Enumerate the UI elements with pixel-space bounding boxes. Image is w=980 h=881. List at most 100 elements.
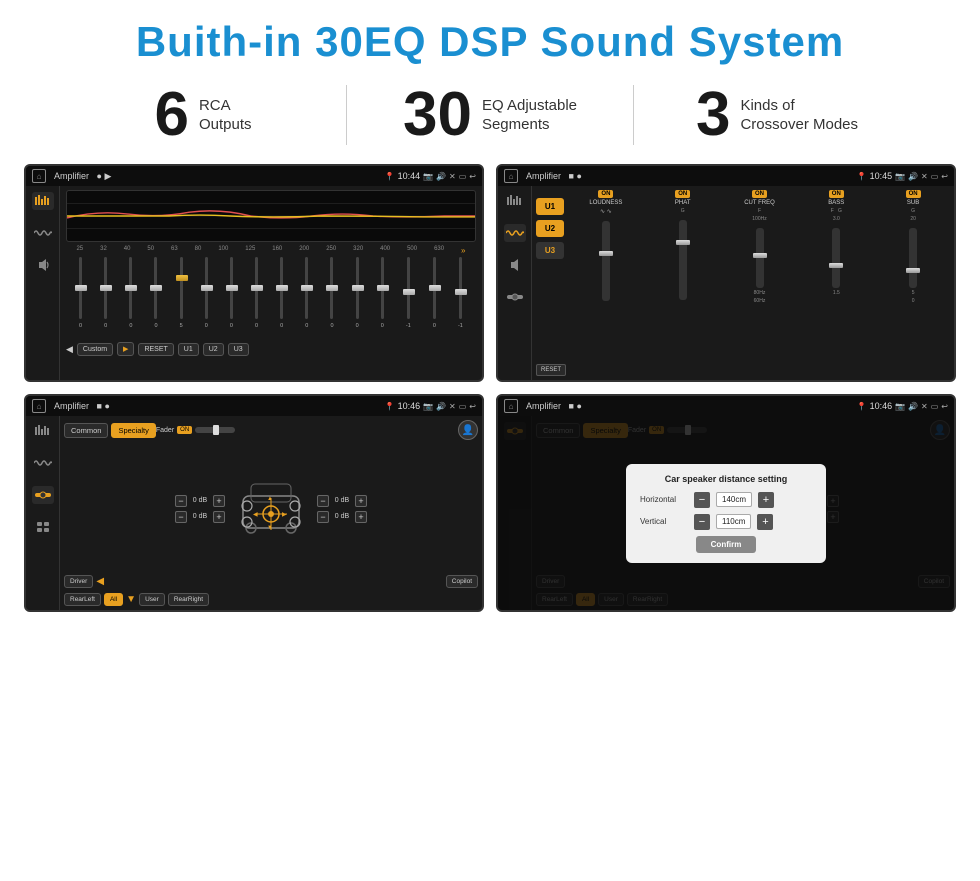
db2-minus[interactable]: − [175,511,187,523]
slider-200[interactable]: 0 [305,257,308,337]
sp-bottom-row: Driver ◀ Copilot [64,575,478,588]
vertical-row: Vertical − 110cm + [640,514,812,530]
prev-arrow[interactable]: ◀ [66,344,73,355]
slider-32[interactable]: 0 [104,257,107,337]
slider-500[interactable]: -1 [406,257,411,337]
slider-40[interactable]: 0 [129,257,132,337]
loudness-on[interactable]: ON [598,190,613,198]
sub-slider[interactable] [909,228,917,288]
dist-status-icons: 📍 10:46 📷 🔊 ✕ ▭ ↩ [857,401,948,411]
wave-icon[interactable] [32,224,54,242]
stat-rca: 6 RCAOutputs [60,84,346,146]
sp-wave-icon[interactable] [32,454,54,472]
avatar-icon[interactable]: 👤 [458,420,478,440]
svg-text:▲: ▲ [267,496,273,502]
channel-bass: ON BASS F G 3.0 1.5 [799,190,873,376]
db3-minus[interactable]: − [317,495,329,507]
sub-on[interactable]: ON [906,190,921,198]
slider-80[interactable]: 0 [205,257,208,337]
db3-plus[interactable]: + [355,495,367,507]
slider-100[interactable]: 0 [230,257,233,337]
rearright-btn[interactable]: RearRight [168,593,209,606]
speaker-tabs: Common Specialty [64,423,156,438]
custom-btn[interactable]: Custom [77,343,113,356]
sp-right-controls: − 0 dB + − 0 dB + [317,495,367,523]
eq-icon[interactable] [32,192,54,210]
xover-wave-icon[interactable] [504,224,526,242]
home-icon[interactable]: ⌂ [32,169,46,183]
bass-slider[interactable] [832,228,840,288]
reset-btn[interactable]: RESET [138,343,173,356]
nav-down-arrow[interactable]: ▼ [126,594,136,605]
tab-common[interactable]: Common [64,423,108,438]
loudness-slider[interactable] [602,221,610,301]
db2-plus[interactable]: + [213,511,225,523]
slider-320[interactable]: 0 [356,257,359,337]
driver-btn[interactable]: Driver [64,575,93,588]
minimize-icon: ▭ [459,172,467,181]
nav-left-arrow[interactable]: ◀ [96,576,104,587]
fader-on-badge[interactable]: ON [177,426,192,434]
volume-ctrl-icon[interactable] [32,256,54,274]
slider-160[interactable]: 0 [280,257,283,337]
sp-expand-icon[interactable] [32,518,54,536]
xover-eq-icon[interactable] [504,192,526,210]
all-btn[interactable]: All [104,593,123,606]
confirm-button[interactable]: Confirm [696,536,756,553]
horizontal-plus[interactable]: + [758,492,774,508]
u1-btn[interactable]: U1 [178,343,199,356]
u2-btn[interactable]: U2 [203,343,224,356]
sp-pan-icon[interactable] [32,486,54,504]
xover-pan-icon[interactable] [504,288,526,306]
fader-slider[interactable] [195,427,235,433]
rearleft-btn[interactable]: RearLeft [64,593,101,606]
bass-on[interactable]: ON [829,190,844,198]
phat-slider[interactable] [679,220,687,300]
stat-eq-label: EQ AdjustableSegments [482,96,577,135]
slider-250[interactable]: 0 [330,257,333,337]
xover-screen-title: Amplifier ■ ● [526,171,853,181]
cutfreq-slider[interactable] [756,228,764,288]
xover-screen-content: U1 U2 U3 RESET ON LOUDNESS ∿ ∿ [498,186,954,380]
vertical-minus[interactable]: − [694,514,710,530]
xover-location-icon: 📍 [857,172,867,181]
slider-125[interactable]: 0 [255,257,258,337]
xover-home-icon[interactable]: ⌂ [504,169,518,183]
preset-u2[interactable]: U2 [536,220,564,237]
u3-btn[interactable]: U3 [228,343,249,356]
cutfreq-on[interactable]: ON [752,190,767,198]
xover-volume-icon-s[interactable] [504,256,526,274]
screens-grid: ⌂ Amplifier ● ▶ 📍 10:44 📷 🔊 ✕ ▭ ↩ [0,158,980,622]
xover-reset-btn[interactable]: RESET [536,364,566,376]
horizontal-minus[interactable]: − [694,492,710,508]
page-title: Buith-in 30EQ DSP Sound System [20,18,960,66]
play-btn[interactable]: ▶ [117,342,134,356]
xover-time: 10:45 [870,171,893,181]
eq-main: 2532405063 80100125160200 25032040050063… [60,186,482,380]
preset-u1[interactable]: U1 [536,198,564,215]
slider-63[interactable]: 5 [180,257,183,337]
db1-minus[interactable]: − [175,495,187,507]
db4-plus[interactable]: + [355,511,367,523]
sp-home-icon[interactable]: ⌂ [32,399,46,413]
phat-on[interactable]: ON [675,190,690,198]
preset-u3[interactable]: U3 [536,242,564,259]
slider-630[interactable]: 0 [433,257,436,337]
stat-rca-label: RCAOutputs [199,96,252,135]
xover-camera-icon: 📷 [895,172,905,181]
db1-plus[interactable]: + [213,495,225,507]
slider-25[interactable]: 0 [79,257,82,337]
tab-specialty[interactable]: Specialty [111,423,155,438]
copilot-btn[interactable]: Copilot [446,575,478,588]
sp-screen-title: Amplifier ■ ● [54,401,381,411]
eq-freq-labels: 2532405063 80100125160200 25032040050063… [66,246,476,255]
slider-400[interactable]: 0 [381,257,384,337]
vertical-plus[interactable]: + [757,514,773,530]
slider-50[interactable]: 0 [154,257,157,337]
slider-last[interactable]: -1 [458,257,463,337]
sp-eq-icon[interactable] [32,422,54,440]
stat-eq-number: 30 [403,84,472,146]
user-btn[interactable]: User [139,593,165,606]
db4-minus[interactable]: − [317,511,329,523]
dist-home-icon[interactable]: ⌂ [504,399,518,413]
